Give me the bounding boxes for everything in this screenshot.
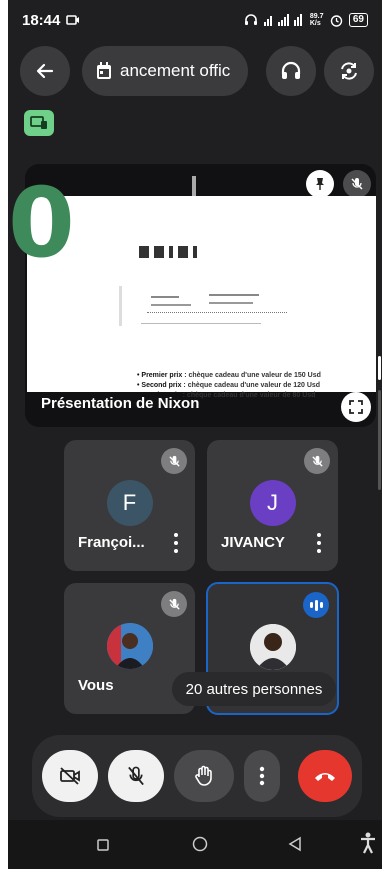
cast-device-icon	[30, 116, 47, 129]
prize-line: • Second prix : chèque cadeau d'une vale…	[137, 382, 321, 389]
avatar	[106, 623, 153, 669]
speaking-indicator	[303, 592, 329, 618]
hang-up-button[interactable]	[298, 750, 352, 802]
participant-name: Vous	[78, 677, 114, 694]
mic-off-icon	[351, 178, 363, 190]
switch-camera-button[interactable]	[324, 46, 374, 96]
mic-toggle-button[interactable]	[108, 750, 164, 802]
calendar-icon	[97, 62, 111, 79]
back-button[interactable]	[20, 46, 70, 96]
recents-icon	[97, 839, 109, 851]
avatar: J	[249, 480, 296, 526]
prize-line: • Premier prix : chèque cadeau d'une val…	[137, 372, 321, 379]
cast-device-button[interactable]	[24, 110, 54, 136]
shared-slide: • Premier prix : chèque cadeau d'une val…	[27, 196, 376, 399]
headphones-icon	[281, 61, 301, 79]
battery-indicator: 69	[348, 13, 368, 27]
mic-off-icon	[128, 766, 144, 786]
participant-name: JIVANCY	[221, 534, 285, 551]
self-photo	[106, 623, 153, 669]
camera-toggle-button[interactable]	[42, 750, 98, 802]
raise-hand-icon	[195, 765, 212, 786]
participant-name: Françoi...	[78, 534, 145, 551]
overlay-digit: 0	[8, 167, 75, 279]
participant-tile[interactable]: J JIVANCY	[207, 440, 338, 571]
pin-button[interactable]	[306, 170, 334, 198]
avatar	[249, 624, 296, 670]
alarm-icon	[330, 14, 343, 27]
raise-hand-button[interactable]	[174, 750, 234, 802]
presentation-label: Présentation de Nixon	[41, 395, 200, 412]
participant-options-button[interactable]	[316, 533, 322, 553]
signal-icon	[263, 14, 302, 26]
headset-icon	[244, 14, 257, 25]
audio-output-button[interactable]	[266, 46, 316, 96]
slide-heading	[139, 246, 197, 258]
presenter-muted-indicator	[343, 170, 371, 198]
meet-screen: 18:44 89.7 K/s 69 ancement offic • Premi…	[8, 0, 382, 869]
hang-up-icon	[315, 773, 335, 781]
camera-off-icon	[60, 767, 80, 785]
mic-off-icon	[168, 598, 180, 610]
back-triangle-icon	[288, 836, 301, 852]
screen-record-icon	[66, 15, 80, 25]
accessibility-icon	[361, 832, 375, 854]
home-button[interactable]	[192, 836, 208, 857]
back-arrow-icon	[36, 63, 54, 79]
participant-tile[interactable]: F Françoi...	[64, 440, 195, 571]
fullscreen-icon	[349, 400, 363, 414]
more-options-icon	[259, 766, 265, 786]
meeting-title-pill[interactable]: ancement offic	[82, 46, 248, 96]
slide-scribble	[119, 282, 319, 332]
network-speed: 89.7 K/s	[309, 13, 324, 27]
recents-button[interactable]	[97, 838, 109, 856]
mic-off-indicator	[304, 448, 330, 474]
participant-options-button[interactable]	[173, 533, 179, 553]
system-nav-bar	[8, 820, 382, 869]
meeting-title: ancement offic	[120, 61, 231, 80]
speaker-photo	[249, 624, 296, 670]
pin-icon	[316, 178, 324, 190]
accessibility-button[interactable]	[360, 832, 376, 859]
more-options-button[interactable]	[244, 750, 280, 802]
mic-off-indicator	[161, 591, 187, 617]
mic-off-icon	[168, 455, 180, 467]
switch-camera-icon	[341, 62, 357, 80]
others-count-pill[interactable]: 20 autres personnes	[172, 672, 336, 706]
status-bar: 18:44 89.7 K/s 69	[8, 0, 382, 40]
mic-off-indicator	[161, 448, 187, 474]
presentation-tile[interactable]: • Premier prix : chèque cadeau d'une val…	[25, 164, 376, 427]
avatar: F	[106, 480, 153, 526]
home-icon	[192, 836, 208, 852]
mic-off-icon	[311, 455, 323, 467]
fullscreen-button[interactable]	[341, 392, 371, 422]
status-time: 18:44	[22, 11, 61, 29]
call-controls	[32, 735, 362, 817]
scroll-indicator[interactable]	[378, 356, 381, 496]
back-nav-button[interactable]	[288, 836, 302, 857]
